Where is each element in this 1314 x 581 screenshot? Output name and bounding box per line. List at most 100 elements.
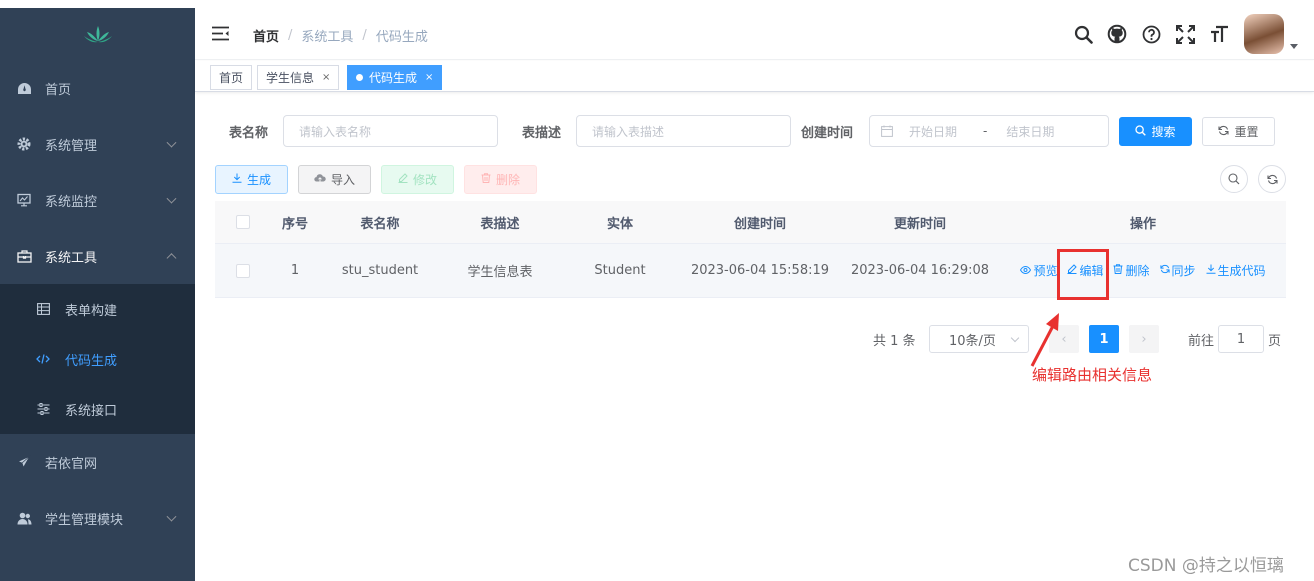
column-header: 表描述 [480, 216, 520, 232]
sidebar-subitem-form-builder[interactable]: 表单构建 [0, 284, 195, 334]
breadcrumb: 首页 / 系统工具 / 代码生成 [253, 26, 428, 45]
tag-code-gen[interactable]: 代码生成 × [347, 65, 443, 90]
watermark: CSDN @持之以恒璃 [1128, 556, 1284, 576]
end-date-input[interactable]: 结束日期 [1006, 123, 1054, 140]
form-grid-icon [36, 302, 50, 316]
sidebar-item-ruoyi-site[interactable]: 若依官网 [0, 434, 195, 490]
chevron-down-icon [166, 511, 177, 522]
next-page-button[interactable]: › [1129, 325, 1159, 353]
toggle-search-button[interactable] [1220, 165, 1248, 193]
search-button-label: 搜索 [1151, 125, 1176, 139]
sidebar-item-system-monitor[interactable]: 系统监控 [0, 172, 195, 228]
tag-home[interactable]: 首页 [210, 65, 253, 90]
close-icon[interactable]: × [425, 72, 433, 83]
user-menu[interactable] [1244, 14, 1298, 54]
highlight-box [1057, 249, 1109, 300]
tag-student-info[interactable]: 学生信息 × [257, 65, 340, 90]
edit-icon [398, 173, 408, 186]
sidebar-item-student-module[interactable]: 学生管理模块 [0, 490, 195, 546]
fullscreen-icon[interactable] [1168, 17, 1202, 51]
pagination-total: 共 1 条 [873, 334, 916, 349]
chevron-up-icon [166, 253, 177, 264]
refresh-table-button[interactable] [1258, 165, 1286, 193]
github-icon[interactable] [1100, 17, 1134, 51]
page-number-button[interactable]: 1 [1089, 325, 1119, 353]
chevron-down-icon [1010, 333, 1020, 343]
row-checkbox-cell [215, 263, 270, 278]
sliders-icon [36, 402, 50, 416]
table-desc-input[interactable]: 请输入表描述 [576, 115, 791, 147]
breadcrumb-item-code-gen: 代码生成 [375, 30, 428, 45]
sidebar-item-home[interactable]: 首页 [0, 60, 195, 116]
paper-plane-icon [16, 454, 32, 470]
calendar-icon [881, 125, 893, 137]
delete-button-label: 删除 [495, 173, 520, 187]
avatar[interactable] [1244, 14, 1284, 54]
close-icon[interactable]: × [322, 72, 330, 83]
page-size-select[interactable]: 10条/页 [929, 325, 1029, 353]
sidebar-item-label: 首页 [45, 82, 72, 98]
created-time-label: 创建时间 [801, 126, 854, 141]
search-icon [1228, 173, 1240, 185]
goto-page-input[interactable]: 1 [1218, 325, 1264, 353]
range-separator: - [983, 124, 988, 138]
page-size-value: 10条/页 [949, 333, 996, 349]
font-size-icon[interactable] [1202, 17, 1236, 51]
caret-down-icon [1290, 44, 1298, 49]
import-button-label: 导入 [330, 173, 355, 187]
import-button[interactable]: 导入 [298, 165, 371, 194]
table-row[interactable]: 1 stu_student 学生信息表 Student 2023-06-04 1… [215, 244, 1286, 298]
header-checkbox-cell [215, 215, 270, 229]
dashboard-icon [16, 80, 32, 96]
delete-button[interactable]: 删除 [464, 165, 537, 194]
hamburger-icon[interactable] [212, 26, 229, 45]
cell-entity: Student [594, 263, 646, 278]
search-button[interactable]: 搜索 [1119, 117, 1192, 146]
sync-link[interactable]: 同步 [1155, 262, 1201, 279]
edit-button[interactable]: 修改 [381, 165, 454, 194]
delete-link[interactable]: 删除 [1108, 262, 1154, 279]
start-date-input[interactable]: 开始日期 [909, 123, 983, 140]
sidebar-item-label: 系统工具 [45, 250, 98, 266]
table-name-label: 表名称 [229, 126, 269, 141]
cell-index: 1 [290, 263, 300, 278]
sidebar-item-system-manage[interactable]: 系统管理 [0, 116, 195, 172]
question-icon[interactable] [1134, 17, 1168, 51]
sidebar-subitem-swagger[interactable]: 系统接口 [0, 384, 195, 434]
edit-button-label: 修改 [412, 173, 437, 187]
gen-code-link[interactable]: 生成代码 [1201, 262, 1271, 279]
gen-table: 序号 表名称 表描述 实体 创建时间 更新时间 操作 1 stu_student… [215, 201, 1286, 298]
select-all-checkbox[interactable] [235, 215, 250, 229]
sidebar-item-system-tools[interactable]: 系统工具 [0, 228, 195, 284]
breadcrumb-separator: / [362, 28, 367, 43]
date-range-picker[interactable]: 开始日期 - 结束日期 [869, 115, 1109, 147]
lotus-logo-icon[interactable] [0, 8, 195, 60]
reset-button[interactable]: 重置 [1202, 117, 1275, 146]
download-icon [1206, 264, 1216, 277]
sidebar-item-label: 若依官网 [45, 456, 98, 472]
breadcrumb-item-system-tools: 系统工具 [301, 30, 354, 45]
generate-button[interactable]: 生成 [215, 165, 288, 194]
generate-button-label: 生成 [246, 173, 271, 187]
preview-link[interactable]: 预览 [1015, 262, 1062, 279]
refresh-icon [1159, 264, 1170, 277]
breadcrumb-item-home[interactable]: 首页 [253, 26, 279, 45]
trash-icon [481, 173, 491, 186]
active-dot-icon [356, 74, 363, 81]
sidebar-subitem-code-gen[interactable]: 代码生成 [0, 334, 195, 384]
sidebar-item-label: 学生管理模块 [45, 512, 124, 528]
table-header: 序号 表名称 表描述 实体 创建时间 更新时间 操作 [215, 201, 1286, 244]
sidebar: 首页 系统管理 系统监控 系统工具 表单构建 代码生成 系统接口 若依官网 学生… [0, 8, 195, 581]
row-checkbox[interactable] [235, 263, 250, 278]
gen-code-label: 生成代码 [1217, 264, 1266, 278]
app-root: 首页 系统管理 系统监控 系统工具 表单构建 代码生成 系统接口 若依官网 学生… [0, 0, 1314, 581]
users-icon [16, 510, 32, 526]
table-name-input[interactable]: 请输入表名称 [283, 115, 498, 147]
column-header: 实体 [606, 216, 633, 232]
goto-suffix: 页 [1268, 334, 1282, 349]
breadcrumb-separator: / [288, 28, 293, 43]
refresh-icon [1266, 174, 1278, 185]
sidebar-subitem-label: 系统接口 [65, 403, 118, 419]
gear-icon [16, 136, 32, 152]
search-icon[interactable] [1066, 17, 1100, 51]
